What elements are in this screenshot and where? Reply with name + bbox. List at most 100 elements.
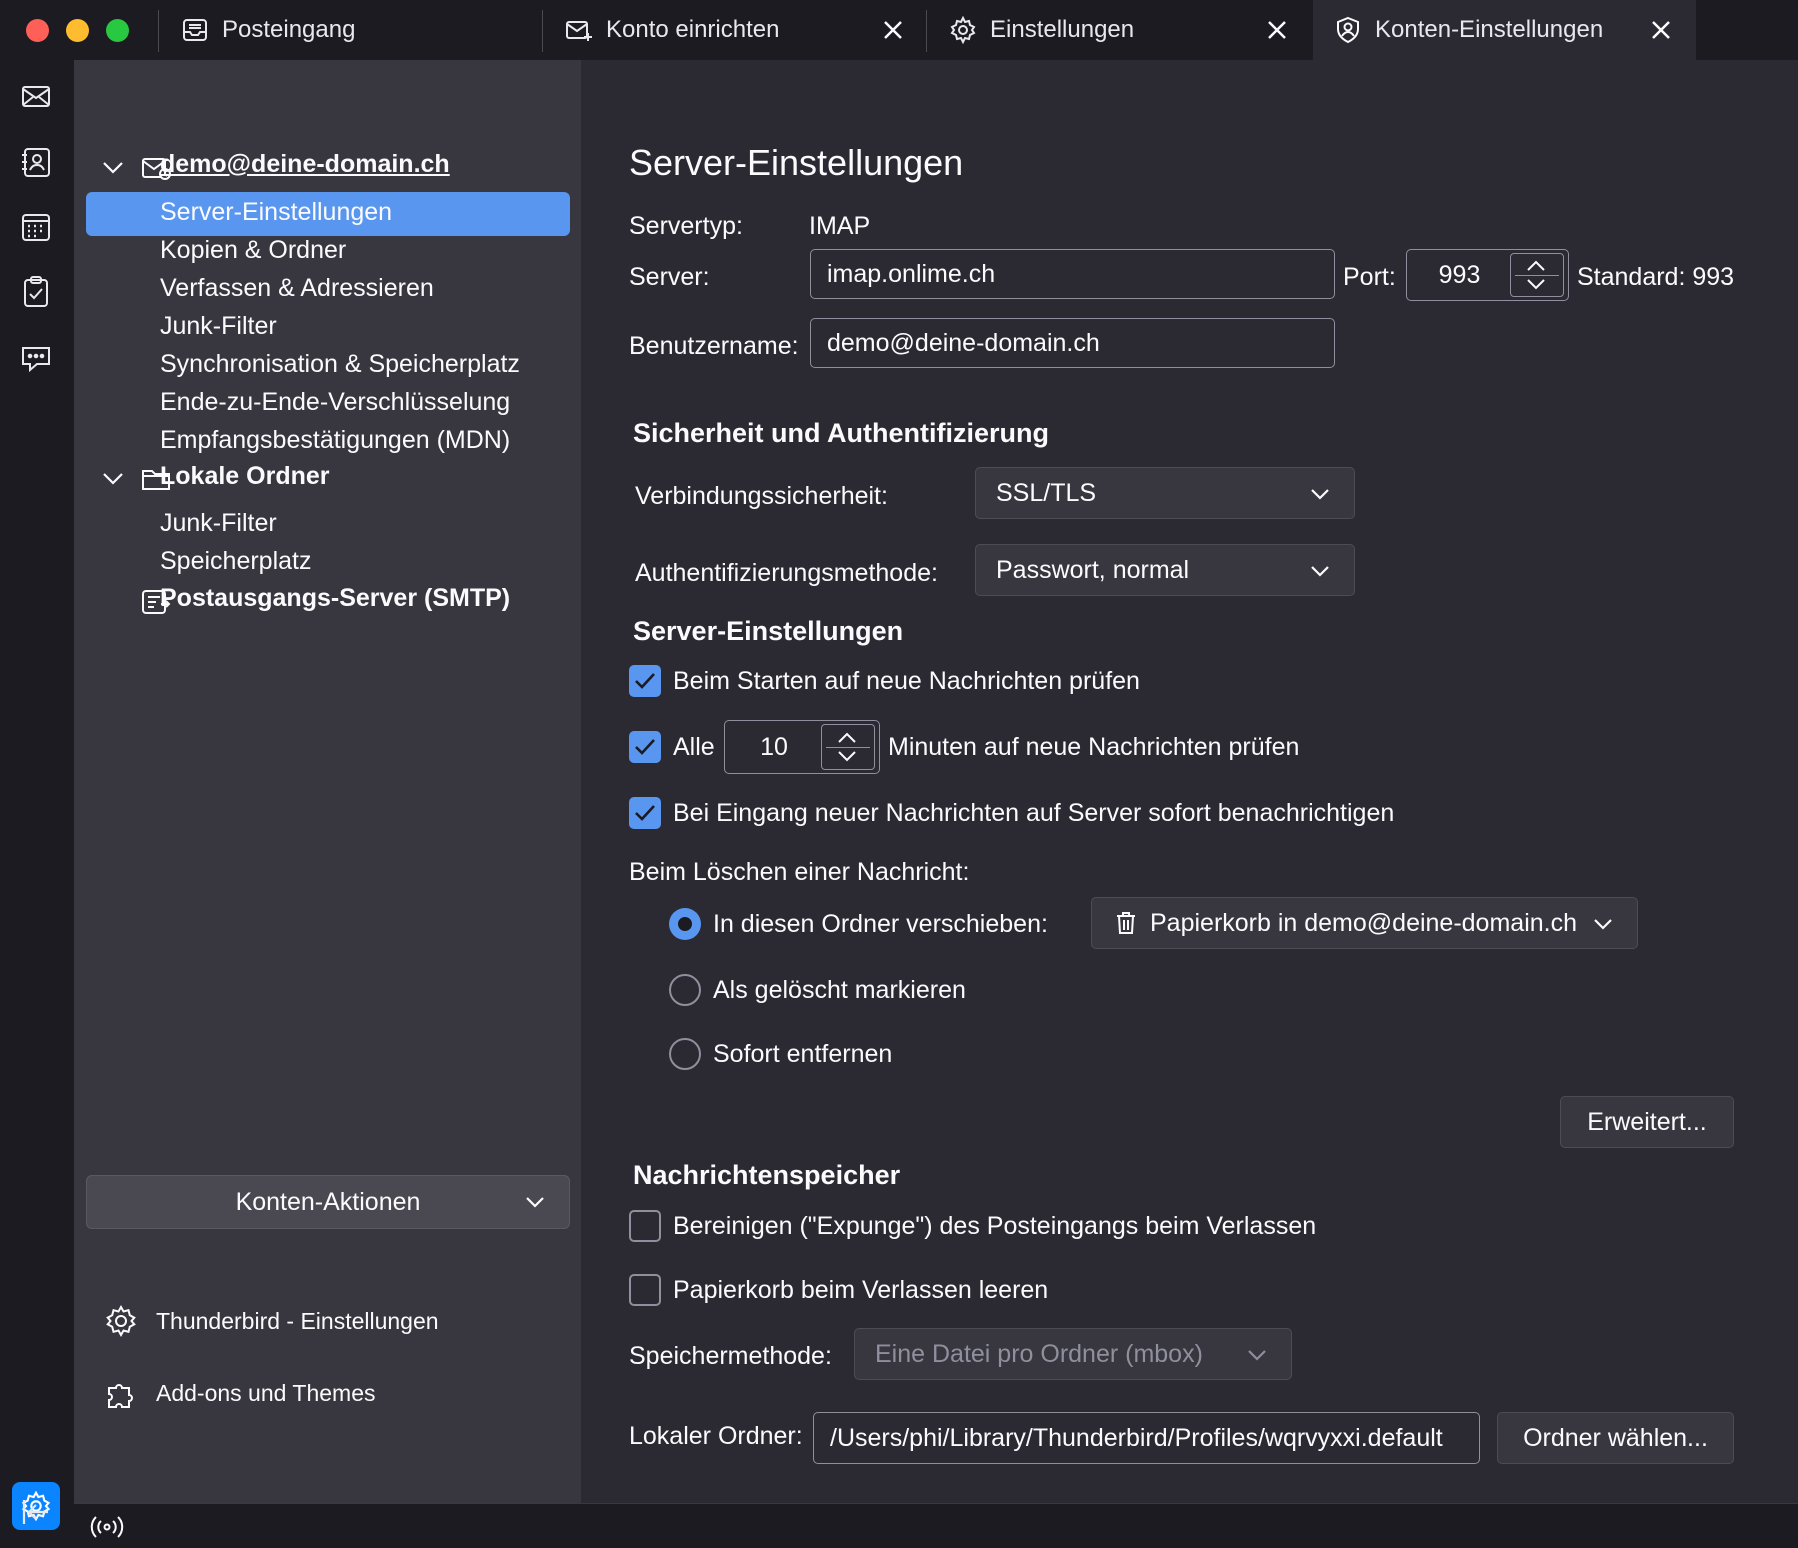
chevron-down-icon[interactable] xyxy=(1525,277,1547,291)
port-label: Port: xyxy=(1343,263,1396,291)
account-actions-button[interactable]: Konten-Aktionen xyxy=(86,1175,570,1229)
space-calendar[interactable] xyxy=(18,209,54,245)
sidebar-item-local-junk-filter[interactable]: Junk-Filter xyxy=(160,509,277,538)
tasks-icon xyxy=(24,276,48,307)
delete-remove-radio[interactable] xyxy=(669,1038,701,1070)
check-on-start-label: Beim Starten auf neue Nachrichten prüfen xyxy=(673,667,1140,695)
tab-posteingang[interactable]: Posteingang xyxy=(180,0,540,60)
close-icon[interactable] xyxy=(1261,14,1293,46)
online-status-icon[interactable] xyxy=(90,1514,124,1540)
tab-konten-einstellungen[interactable]: Konten-Einstellungen xyxy=(1313,0,1696,60)
addons-themes-link[interactable]: Add-ons und Themes xyxy=(104,1376,376,1410)
port-stepper[interactable]: 993 xyxy=(1406,249,1569,301)
connection-security-select[interactable]: SSL/TLS xyxy=(975,467,1355,519)
port-standard-label: Standard: 993 xyxy=(1577,263,1735,291)
space-mail[interactable] xyxy=(18,78,54,114)
sidebar-smtp[interactable]: Postausgangs-Server (SMTP) xyxy=(160,584,510,613)
collapse-icon xyxy=(22,1500,48,1524)
sidebar-item-e2e-encryption[interactable]: Ende-zu-Ende-Verschlüsselung xyxy=(160,388,510,417)
thunderbird-settings-link[interactable]: Thunderbird - Einstellungen xyxy=(104,1304,439,1338)
spaces-toolbar xyxy=(0,60,74,1548)
gear-icon xyxy=(950,15,976,45)
sidebar-item-server-settings[interactable]: Server-Einstellungen xyxy=(160,198,392,227)
chevron-up-icon[interactable] xyxy=(1525,259,1547,273)
server-settings-heading: Server-Einstellungen xyxy=(633,616,904,646)
sidebar-item-junk-filter[interactable]: Junk-Filter xyxy=(160,312,277,341)
close-icon[interactable] xyxy=(877,14,909,46)
delete-move-radio[interactable] xyxy=(669,908,701,940)
account-tree-sidebar: demo@deine-domain.ch Server-Einstellunge… xyxy=(74,60,581,1503)
check-every-checkbox[interactable] xyxy=(629,731,661,763)
local-folder-input[interactable]: /Users/phi/Library/Thunderbird/Profiles/… xyxy=(813,1412,1480,1464)
choose-folder-button[interactable]: Ordner wählen... xyxy=(1497,1412,1734,1464)
delete-mark-radio[interactable] xyxy=(669,974,701,1006)
checkmark-icon xyxy=(635,673,655,689)
check-minutes-stepper[interactable]: 10 xyxy=(724,720,880,774)
space-tasks[interactable] xyxy=(18,274,54,310)
check-every-label: Alle xyxy=(673,733,715,761)
chevron-down-icon xyxy=(1311,489,1329,500)
empty-trash-checkbox[interactable] xyxy=(629,1274,661,1306)
mail-setup-icon xyxy=(566,21,592,41)
local-folder-label: Lokaler Ordner: xyxy=(629,1422,803,1450)
sidebar-item-copies-folders[interactable]: Kopien & Ordner xyxy=(160,236,346,265)
sidebar-item-local-storage[interactable]: Speicherplatz xyxy=(160,547,311,576)
sidebar-local-folders[interactable]: Lokale Ordner xyxy=(160,462,330,491)
delete-mark-label: Als gelöscht markieren xyxy=(713,976,966,1004)
tab-separator xyxy=(926,10,927,52)
zoom-window-button[interactable] xyxy=(106,19,129,42)
security-heading: Sicherheit und Authentifizierung xyxy=(633,418,1049,448)
auth-method-value: Passwort, normal xyxy=(996,555,1190,584)
chat-icon xyxy=(22,347,50,373)
collapse-spaces-button[interactable] xyxy=(18,1494,54,1530)
check-minutes-arrows[interactable] xyxy=(821,724,875,770)
inbox-icon xyxy=(183,19,207,41)
page-title: Server-Einstellungen xyxy=(629,142,964,183)
connection-security-label: Verbindungssicherheit: xyxy=(635,482,888,510)
thunderbird-settings-label: Thunderbird - Einstellungen xyxy=(156,1307,439,1334)
storage-heading: Nachrichtenspeicher xyxy=(633,1160,901,1190)
expunge-checkbox[interactable] xyxy=(629,1210,661,1242)
notify-label: Bei Eingang neuer Nachrichten auf Server… xyxy=(673,799,1395,827)
settings-main-pane: Server-Einstellungen Servertyp: IMAP Ser… xyxy=(581,60,1798,1503)
close-window-button[interactable] xyxy=(26,19,49,42)
checkmark-icon xyxy=(635,739,655,755)
server-label: Server: xyxy=(629,263,710,291)
addons-themes-label: Add-ons und Themes xyxy=(156,1379,376,1406)
delete-heading: Beim Löschen einer Nachricht: xyxy=(629,858,970,886)
notify-checkbox[interactable] xyxy=(629,797,661,829)
close-icon[interactable] xyxy=(1645,14,1677,46)
tab-label: Konten-Einstellungen xyxy=(1375,16,1604,43)
account-settings-icon xyxy=(1337,16,1359,44)
empty-trash-label: Papierkorb beim Verlassen leeren xyxy=(673,1276,1049,1304)
chevron-down-icon[interactable] xyxy=(100,155,126,181)
titlebar: Posteingang Konto einrichten Einstellung… xyxy=(0,0,1798,60)
username-input[interactable]: demo@deine-domain.ch xyxy=(810,318,1335,368)
tab-konto-einrichten[interactable]: Konto einrichten xyxy=(564,0,924,60)
minimize-window-button[interactable] xyxy=(66,19,89,42)
account-name[interactable]: demo@deine-domain.ch xyxy=(160,150,450,179)
chevron-down-icon[interactable] xyxy=(100,466,126,492)
trash-folder-select[interactable]: Papierkorb in demo@deine-domain.ch xyxy=(1091,897,1638,949)
sidebar-item-sync-storage[interactable]: Synchronisation & Speicherplatz xyxy=(160,350,520,379)
space-chat[interactable] xyxy=(18,340,54,376)
space-address-book[interactable] xyxy=(18,144,54,180)
tab-separator xyxy=(542,10,543,52)
advanced-button[interactable]: Erweitert... xyxy=(1560,1096,1734,1148)
auth-method-label: Authentifizierungsmethode: xyxy=(635,559,938,587)
trash-folder-value: Papierkorb in demo@deine-domain.ch xyxy=(1150,908,1578,937)
server-input[interactable]: imap.onlime.ch xyxy=(810,249,1335,299)
servertype-label: Servertyp: xyxy=(629,212,743,240)
expunge-label: Bereinigen ("Expunge") des Posteingangs … xyxy=(673,1212,1317,1240)
gear-icon xyxy=(106,1304,136,1338)
sidebar-item-receipts[interactable]: Empfangsbestätigungen (MDN) xyxy=(160,426,510,455)
auth-method-select[interactable]: Passwort, normal xyxy=(975,544,1355,596)
sidebar-item-composition[interactable]: Verfassen & Adressieren xyxy=(160,274,434,303)
port-stepper-arrows[interactable] xyxy=(1510,253,1564,297)
chevron-down-icon[interactable] xyxy=(836,749,858,763)
check-on-start-checkbox[interactable] xyxy=(629,665,661,697)
tab-label: Einstellungen xyxy=(990,16,1135,43)
tab-einstellungen[interactable]: Einstellungen xyxy=(948,0,1308,60)
chevron-up-icon[interactable] xyxy=(836,731,858,745)
tab-label: Konto einrichten xyxy=(606,16,780,43)
